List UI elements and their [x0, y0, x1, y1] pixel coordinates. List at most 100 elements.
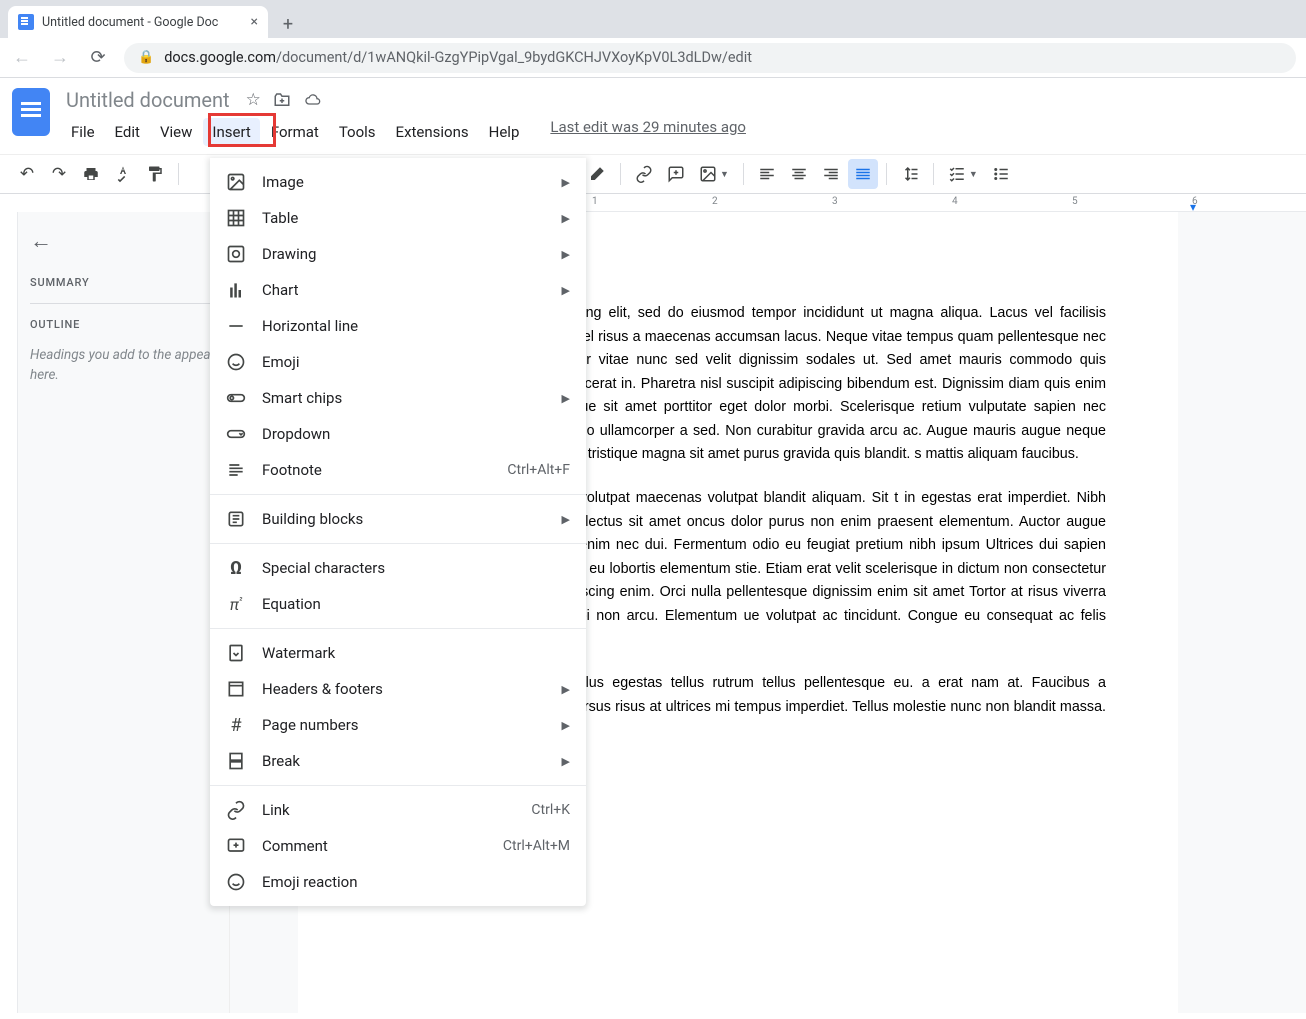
- menu-separator: [210, 543, 586, 544]
- submenu-arrow-icon: ▶: [562, 513, 570, 526]
- insert-emoji-reaction[interactable]: Emoji reaction: [210, 864, 586, 900]
- insert-link[interactable]: Link Ctrl+K: [210, 792, 586, 828]
- submenu-arrow-icon: ▶: [562, 755, 570, 768]
- outline-sidebar: ← SUMMARY OUTLINE Headings you add to th…: [18, 212, 230, 1013]
- menu-item-label: Emoji: [262, 353, 570, 371]
- menu-help[interactable]: Help: [480, 118, 529, 146]
- omega-icon: Ω: [226, 558, 246, 578]
- hash-icon: #: [226, 715, 246, 735]
- hr-icon: [226, 316, 246, 336]
- menu-file[interactable]: File: [62, 118, 104, 146]
- break-icon: [226, 751, 246, 771]
- menu-format[interactable]: Format: [262, 118, 328, 146]
- ruler-tick: 4: [952, 196, 958, 207]
- keyboard-shortcut: Ctrl+Alt+M: [503, 838, 570, 854]
- insert-table[interactable]: Table ▶: [210, 200, 586, 236]
- paint-format-button[interactable]: [140, 159, 170, 189]
- ruler-tick: 3: [832, 196, 838, 207]
- emoji2-icon: [226, 872, 246, 892]
- menu-edit[interactable]: Edit: [106, 118, 149, 146]
- vertical-ruler[interactable]: [0, 212, 18, 1013]
- move-icon[interactable]: [273, 91, 291, 109]
- url-domain: docs.google.com: [164, 49, 276, 66]
- menu-tools[interactable]: Tools: [330, 118, 385, 146]
- ruler-tick: 6: [1192, 196, 1198, 207]
- menu-item-label: Comment: [262, 837, 487, 855]
- toolbar: ↶ ↷ 11 + B I U A ▼ ▼: [0, 154, 1306, 194]
- insert-special-characters[interactable]: ΩSpecial characters: [210, 550, 586, 586]
- insert-smart-chips[interactable]: Smart chips▶: [210, 380, 586, 416]
- url-input[interactable]: 🔒 docs.google.com/document/d/1wANQkil-Gz…: [124, 43, 1296, 73]
- undo-button[interactable]: ↶: [12, 159, 42, 189]
- submenu-arrow-icon: ▶: [562, 719, 570, 732]
- sidebar-back-icon[interactable]: ←: [30, 228, 52, 254]
- menu-item-label: Horizontal line: [262, 317, 570, 335]
- menu-item-label: Link: [262, 801, 515, 819]
- insert-link-button[interactable]: [629, 159, 659, 189]
- ruler-tick: 1: [592, 196, 598, 207]
- line-spacing-button[interactable]: [895, 165, 925, 183]
- menu-view[interactable]: View: [151, 118, 201, 146]
- submenu-arrow-icon: ▶: [562, 284, 570, 297]
- insert-drawing[interactable]: Drawing▶: [210, 236, 586, 272]
- insert-dropdown[interactable]: Dropdown: [210, 416, 586, 452]
- keyboard-shortcut: Ctrl+K: [531, 802, 570, 818]
- menu-item-label: Table: [262, 209, 546, 227]
- star-icon[interactable]: ☆: [246, 90, 261, 110]
- summary-heading: SUMMARY: [30, 276, 217, 289]
- new-tab-button[interactable]: +: [274, 10, 302, 38]
- insert-watermark[interactable]: Watermark: [210, 635, 586, 671]
- add-comment-button[interactable]: [661, 159, 691, 189]
- insert-image[interactable]: Image▶: [210, 164, 586, 200]
- spellcheck-button[interactable]: [108, 159, 138, 189]
- cloud-icon[interactable]: [303, 92, 323, 108]
- align-justify-button[interactable]: [848, 159, 878, 189]
- insert-headers-footers[interactable]: Headers & footers▶: [210, 671, 586, 707]
- forward-icon[interactable]: →: [48, 47, 72, 68]
- keyboard-shortcut: Ctrl+Alt+F: [507, 462, 570, 478]
- insert-horizontal-line[interactable]: Horizontal line: [210, 308, 586, 344]
- print-button[interactable]: [76, 159, 106, 189]
- menu-separator: [210, 628, 586, 629]
- menu-insert[interactable]: Insert: [203, 118, 259, 146]
- insert-building-blocks[interactable]: Building blocks▶: [210, 501, 586, 537]
- comment-icon: [226, 836, 246, 856]
- address-bar: ← → ⟳ 🔒 docs.google.com/document/d/1wANQ…: [0, 38, 1306, 78]
- reload-icon[interactable]: ⟳: [86, 47, 110, 68]
- close-icon[interactable]: ×: [251, 14, 258, 30]
- submenu-arrow-icon: ▶: [562, 212, 570, 225]
- last-edit-link[interactable]: Last edit was 29 minutes ago: [550, 118, 746, 146]
- highlight-button[interactable]: [582, 159, 612, 189]
- insert-equation[interactable]: π²Equation: [210, 586, 586, 622]
- outline-hint: Headings you add to the appear here.: [30, 345, 217, 386]
- document-title[interactable]: Untitled document: [62, 86, 234, 114]
- align-center-button[interactable]: [784, 159, 814, 189]
- insert-image-button[interactable]: ▼: [693, 165, 735, 183]
- menu-extensions[interactable]: Extensions: [387, 118, 478, 146]
- browser-tab[interactable]: Untitled document - Google Doc ×: [8, 6, 268, 38]
- menu-item-label: Break: [262, 752, 546, 770]
- menu-item-label: Dropdown: [262, 425, 570, 443]
- watermark-icon: [226, 643, 246, 663]
- ruler-tick: 5: [1072, 196, 1078, 207]
- insert-emoji[interactable]: Emoji: [210, 344, 586, 380]
- insert-break[interactable]: Break ▶: [210, 743, 586, 779]
- insert-comment[interactable]: Comment Ctrl+Alt+M: [210, 828, 586, 864]
- docs-logo-icon[interactable]: [12, 88, 50, 136]
- tab-title: Untitled document - Google Doc: [42, 15, 218, 30]
- ruler-tick: 2: [712, 196, 718, 207]
- align-right-button[interactable]: [816, 159, 846, 189]
- drawing-icon: [226, 244, 246, 264]
- redo-button[interactable]: ↷: [44, 159, 74, 189]
- browser-tab-strip: Untitled document - Google Doc × +: [0, 0, 1306, 38]
- align-left-button[interactable]: [752, 159, 782, 189]
- checklist-button[interactable]: ▼: [942, 165, 984, 183]
- menu-item-label: Chart: [262, 281, 546, 299]
- back-icon[interactable]: ←: [10, 47, 34, 68]
- image-icon: [226, 172, 246, 192]
- insert-page-numbers[interactable]: #Page numbers▶: [210, 707, 586, 743]
- menu-item-label: Footnote: [262, 461, 491, 479]
- insert-footnote[interactable]: Footnote Ctrl+Alt+F: [210, 452, 586, 488]
- insert-chart[interactable]: Chart ▶: [210, 272, 586, 308]
- bulleted-list-button[interactable]: [986, 165, 1016, 183]
